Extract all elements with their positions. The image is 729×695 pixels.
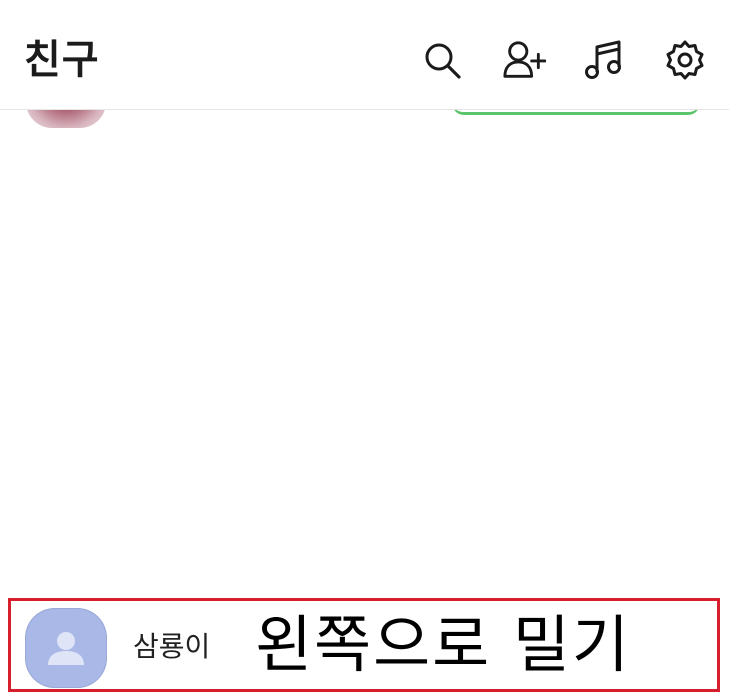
default-person-icon	[48, 632, 84, 665]
add-friend-button[interactable]	[502, 38, 546, 82]
search-icon	[425, 43, 461, 79]
search-button[interactable]	[420, 38, 464, 82]
music-icon	[585, 40, 621, 79]
app-header: 친구	[0, 0, 729, 110]
avatar[interactable]	[25, 608, 107, 688]
settings-button[interactable]	[663, 38, 707, 82]
swipe-left-hint: 왼쪽으로 밀기	[255, 608, 631, 681]
add-friend-icon	[503, 41, 546, 78]
music-button[interactable]	[582, 38, 626, 82]
settings-icon	[666, 40, 704, 80]
friend-row[interactable]: 삼룡이 왼쪽으로 밀기	[8, 598, 720, 692]
page-title: 친구	[24, 37, 100, 83]
friend-name: 삼룡이	[133, 630, 211, 663]
